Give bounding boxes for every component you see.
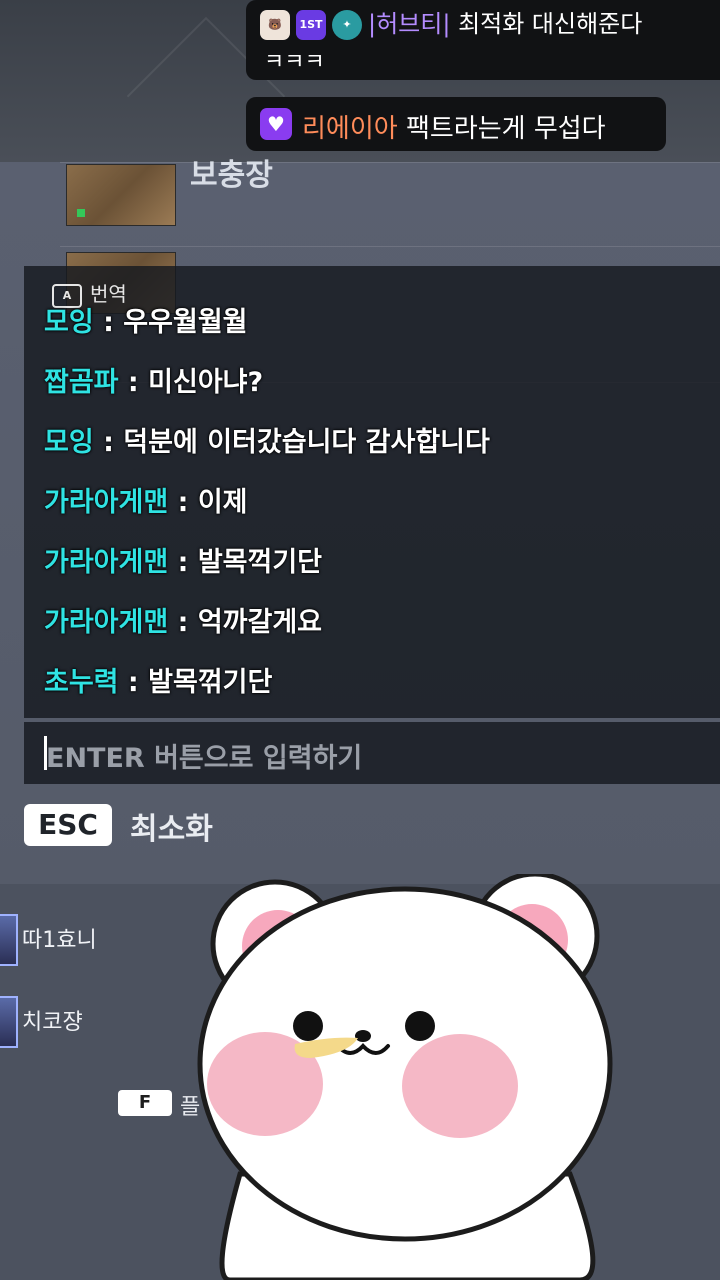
chat-text: 억까갈게요 (197, 607, 323, 638)
player-list-name: 따1효니 (22, 928, 97, 953)
chat-message: 가라아게맨 : 이제 (44, 487, 248, 518)
chat-text: 우우월월월 (123, 307, 248, 338)
chat-username[interactable]: 가라아게맨 (44, 607, 168, 638)
notification-message: 최적화 대신해준다 (458, 10, 643, 38)
minimize-label: 최소화 (130, 812, 213, 847)
chat-text: 미신아냐? (148, 367, 264, 398)
bear-right-eye (405, 1011, 435, 1041)
chat-message: 짭곰파 : 미신아냐? (44, 367, 264, 398)
notification-username: |허브티| (368, 10, 451, 38)
chat-username[interactable]: 짭곰파 (44, 367, 119, 398)
chat-username[interactable]: 가라아게맨 (44, 487, 168, 518)
heart-icon: ♥ (260, 108, 292, 140)
chat-input[interactable]: ENTER 버튼으로 입력하기 (24, 722, 720, 784)
chat-message: 초누력 : 발목꺾기단 (44, 667, 273, 698)
chat-text: 발목꺾기단 (148, 667, 273, 698)
chat-notification: 🐻 1ST ✦ |허브티| 최적화 대신해준다 ㅋㅋㅋ (246, 0, 720, 80)
chat-panel: A 번역 모잉 : 우우월월월 짭곰파 : 미신아냐? 모잉 : 덕분에 이터갔습… (24, 266, 720, 718)
chat-text: 덕분에 이터갔습니다 감사합니다 (123, 427, 490, 458)
player-name: 보충장 (190, 158, 273, 193)
rocket-badge-icon: ✦ (332, 10, 362, 40)
chat-username[interactable]: 모잉 (44, 427, 94, 458)
f-key-button[interactable]: F (118, 1090, 172, 1116)
chat-message: 가라아게맨 : 억까갈게요 (44, 607, 323, 638)
bear-nose (355, 1030, 371, 1042)
chat-message: 모잉 : 우우월월월 (44, 307, 248, 338)
notification-line: 🐻 1ST ✦ |허브티| 최적화 대신해준다 (260, 4, 642, 40)
bear-badge-icon: 🐻 (260, 10, 290, 40)
chat-text: 이제 (197, 487, 248, 518)
notification-line: 리에이아 팩트라는게 무섭다 (302, 108, 606, 145)
chat-message: 가라아게맨 : 발목꺽기단 (44, 547, 323, 578)
chat-message: 모잉 : 덕분에 이터갔습니다 감사합니다 (44, 427, 490, 458)
chat-notification: ♥ 리에이아 팩트라는게 무섭다 (246, 97, 666, 151)
player-portrait (66, 164, 176, 226)
esc-key-button[interactable]: ESC (24, 804, 112, 846)
player-list-name: 치코쟝 (22, 1010, 83, 1035)
avatar (0, 996, 18, 1048)
first-place-badge-icon: 1ST (296, 10, 326, 40)
avatar (0, 914, 18, 966)
chat-input-placeholder: ENTER 버튼으로 입력하기 (46, 743, 363, 774)
notification-message: 팩트라는게 무섭다 (405, 114, 606, 144)
bear-left-eye (293, 1011, 323, 1041)
notification-username: 리에이아 (302, 114, 398, 144)
chat-username[interactable]: 모잉 (44, 307, 94, 338)
chat-username[interactable]: 가라아게맨 (44, 547, 168, 578)
notification-message-line2: ㅋㅋㅋ (264, 50, 325, 75)
status-dot (77, 209, 85, 217)
chat-text: 발목꺽기단 (197, 547, 323, 578)
chat-username[interactable]: 초누력 (44, 667, 119, 698)
bear-mascot-image (197, 874, 613, 1280)
bear-right-cheek (402, 1034, 518, 1138)
